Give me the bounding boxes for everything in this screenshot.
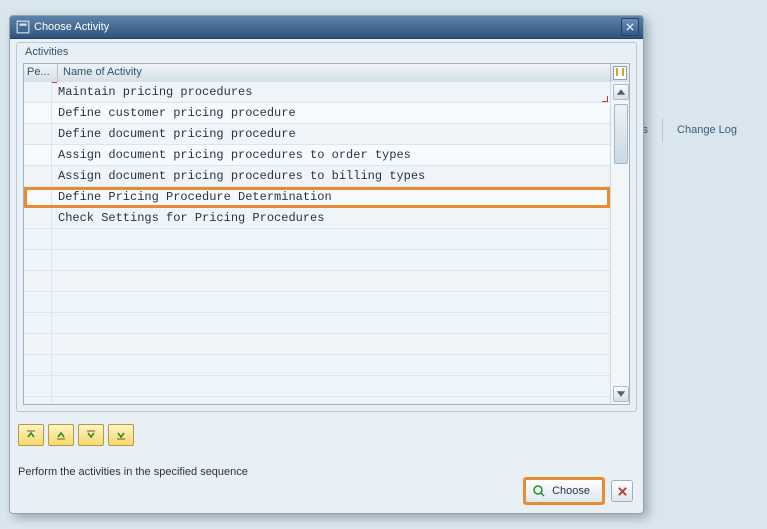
scroll-down-button[interactable] — [613, 386, 629, 402]
table-row[interactable]: Check Settings for Pricing Procedures — [24, 208, 610, 229]
table-row[interactable]: Define document pricing procedure — [24, 124, 610, 145]
activity-name: Maintain pricing procedures — [52, 82, 610, 102]
activity-name: Define document pricing procedure — [52, 124, 610, 144]
dialog-close-button[interactable] — [621, 18, 639, 36]
link-change-log[interactable]: Change Log — [662, 118, 751, 142]
table-row[interactable]: Maintain pricing procedures — [24, 82, 610, 103]
table-row[interactable]: Define customer pricing procedure — [24, 103, 610, 124]
grid-rows: Maintain pricing procedures Define custo… — [24, 82, 610, 404]
choose-icon — [532, 484, 546, 498]
dialog-icon — [16, 20, 30, 34]
activity-name: Assign document pricing procedures to or… — [52, 145, 610, 165]
dialog-titlebar: Choose Activity — [10, 16, 643, 39]
grid-scrollbar[interactable] — [610, 82, 629, 404]
collapse-all-button[interactable] — [48, 424, 74, 446]
activities-group: Activities Pe... Name of Activity Mainta… — [16, 42, 637, 412]
dialog-footer-buttons: Choose — [523, 477, 633, 505]
dialog-title: Choose Activity — [34, 21, 621, 33]
col-header-name[interactable]: Name of Activity — [58, 64, 611, 82]
move-down-button[interactable] — [78, 424, 104, 446]
table-row[interactable]: Assign document pricing procedures to or… — [24, 145, 610, 166]
table-row-selected[interactable]: Define Pricing Procedure Determination — [24, 187, 610, 208]
table-row-empty — [24, 250, 610, 271]
activities-grid: Pe... Name of Activity Maintain pricing … — [23, 63, 630, 405]
table-row-empty — [24, 355, 610, 376]
activities-caption: Activities — [17, 43, 636, 61]
table-settings-icon — [613, 66, 627, 80]
table-row-empty — [24, 292, 610, 313]
activity-name: Define Pricing Procedure Determination — [52, 187, 610, 207]
expand-all-button[interactable] — [18, 424, 44, 446]
activity-name: Check Settings for Pricing Procedures — [52, 208, 610, 228]
table-row[interactable]: Assign document pricing procedures to bi… — [24, 166, 610, 187]
table-row-empty — [24, 376, 610, 397]
col-header-perform[interactable]: Pe... — [24, 64, 58, 82]
table-row-empty — [24, 313, 610, 334]
table-row-empty — [24, 229, 610, 250]
table-row-empty — [24, 334, 610, 355]
sequence-toolbar — [18, 424, 637, 446]
move-bottom-button[interactable] — [108, 424, 134, 446]
choose-button[interactable]: Choose — [523, 477, 605, 505]
table-row-empty — [24, 271, 610, 292]
activity-name: Assign document pricing procedures to bi… — [52, 166, 610, 186]
choose-activity-dialog: Choose Activity Activities Pe... Name of… — [9, 15, 644, 514]
table-row-empty — [24, 397, 610, 404]
scroll-thumb[interactable] — [614, 104, 628, 164]
cancel-button[interactable] — [611, 480, 633, 502]
grid-header: Pe... Name of Activity — [24, 64, 629, 83]
choose-label: Choose — [552, 485, 590, 497]
activity-name: Define customer pricing procedure — [52, 103, 610, 123]
scroll-up-button[interactable] — [613, 84, 629, 100]
table-settings-button[interactable] — [611, 64, 629, 82]
